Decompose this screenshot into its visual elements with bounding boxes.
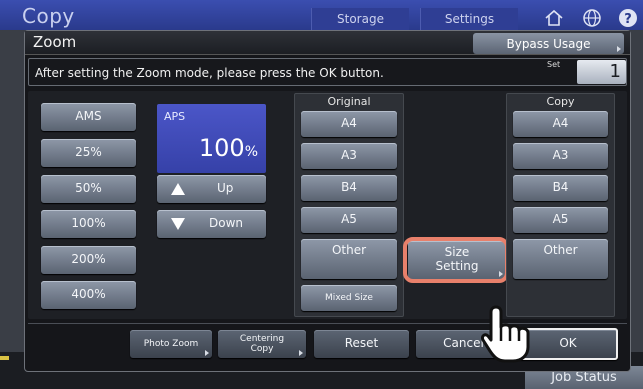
centering-copy-button[interactable]: Centering Copy bbox=[218, 330, 306, 358]
zoom-dialog: Zoom Bypass Usage After setting the Zoom… bbox=[24, 30, 631, 372]
aps-label: APS bbox=[164, 110, 186, 123]
copy-a4-button[interactable]: A4 bbox=[513, 111, 608, 137]
zoom-up-button[interactable]: Up bbox=[157, 175, 266, 203]
instruction-message: After setting the Zoom mode, please pres… bbox=[35, 66, 384, 80]
copy-a3-button[interactable]: A3 bbox=[513, 143, 608, 169]
bypass-usage-label: Bypass Usage bbox=[506, 36, 591, 51]
help-icon[interactable]: ? bbox=[618, 8, 638, 28]
reset-button[interactable]: Reset bbox=[314, 330, 409, 358]
original-a4-button[interactable]: A4 bbox=[301, 111, 397, 137]
photo-zoom-button[interactable]: Photo Zoom bbox=[130, 330, 212, 358]
set-label: Set bbox=[547, 60, 561, 69]
set-count-display: 1 bbox=[577, 60, 626, 84]
zoom-25-button[interactable]: 25% bbox=[41, 139, 136, 167]
zoom-200-button[interactable]: 200% bbox=[41, 246, 136, 274]
zoom-down-button[interactable]: Down bbox=[157, 210, 266, 238]
copy-a5-button[interactable]: A5 bbox=[513, 207, 608, 233]
original-a3-button[interactable]: A3 bbox=[301, 143, 397, 169]
zoom-value: 100% bbox=[199, 134, 258, 162]
dialog-header: Zoom Bypass Usage bbox=[25, 31, 630, 55]
zoom-50-button[interactable]: 50% bbox=[41, 175, 136, 203]
zoom-ams-button[interactable]: AMS bbox=[41, 103, 136, 131]
copy-b4-button[interactable]: B4 bbox=[513, 175, 608, 201]
copy-other-button[interactable]: Other bbox=[513, 239, 608, 279]
highlight-callout bbox=[403, 237, 509, 283]
copy-title: Copy bbox=[546, 95, 575, 108]
centering-copy-line2: Copy bbox=[250, 344, 274, 354]
status-strip bbox=[0, 356, 9, 360]
original-title: Original bbox=[327, 95, 371, 108]
photo-zoom-label: Photo Zoom bbox=[143, 338, 199, 349]
corner-arrow-icon bbox=[617, 46, 621, 52]
mixed-size-button[interactable]: Mixed Size bbox=[301, 285, 397, 311]
zoom-400-button[interactable]: 400% bbox=[41, 281, 136, 309]
app-title: Copy bbox=[22, 4, 75, 28]
bypass-usage-button[interactable]: Bypass Usage bbox=[473, 33, 624, 54]
footer-divider bbox=[28, 323, 627, 324]
message-bar: After setting the Zoom mode, please pres… bbox=[28, 58, 627, 86]
aps-zoom-display[interactable]: APS 100% bbox=[157, 104, 266, 173]
zoom-value-unit: % bbox=[244, 144, 258, 160]
app-header: Copy Storage Settings ? bbox=[0, 0, 643, 30]
original-other-button[interactable]: Other bbox=[301, 239, 397, 279]
zoom-100-button[interactable]: 100% bbox=[41, 210, 136, 238]
corner-arrow-icon bbox=[299, 350, 303, 356]
globe-icon[interactable] bbox=[582, 8, 602, 28]
svg-text:?: ? bbox=[624, 12, 632, 27]
centering-copy-line1: Centering bbox=[239, 333, 285, 344]
pointing-hand-icon bbox=[481, 305, 530, 363]
zoom-value-number: 100 bbox=[198, 134, 245, 162]
tab-settings[interactable]: Settings bbox=[420, 8, 518, 30]
zoom-up-label: Up bbox=[217, 181, 234, 196]
zoom-down-label: Down bbox=[209, 216, 244, 231]
original-a5-button[interactable]: A5 bbox=[301, 207, 397, 233]
tab-storage[interactable]: Storage bbox=[311, 8, 409, 30]
home-icon[interactable] bbox=[544, 8, 564, 28]
arrow-up-icon bbox=[171, 183, 185, 195]
original-b4-button[interactable]: B4 bbox=[301, 175, 397, 201]
arrow-down-icon bbox=[171, 218, 185, 230]
dialog-title: Zoom bbox=[33, 33, 77, 51]
corner-arrow-icon bbox=[205, 350, 209, 356]
